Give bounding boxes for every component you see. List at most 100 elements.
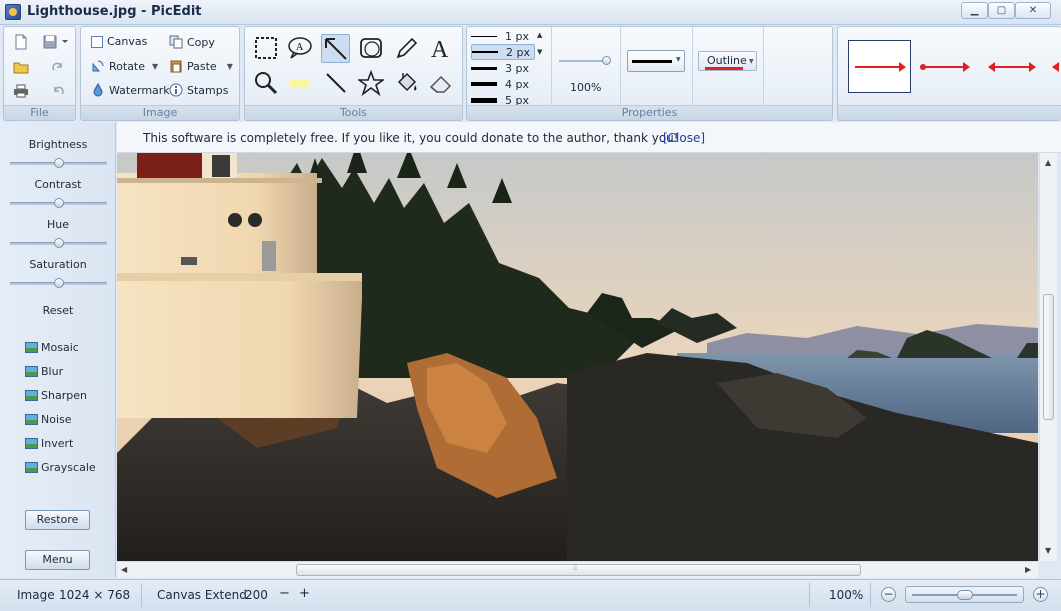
save-icon[interactable] bbox=[42, 34, 58, 50]
horizontal-scroll-thumb[interactable]: ⦙⦙ bbox=[296, 563, 861, 576]
maximize-button[interactable]: ▢ bbox=[988, 2, 1015, 19]
paste-label: Paste bbox=[187, 59, 217, 73]
contrast-slider[interactable] bbox=[10, 198, 107, 208]
double-arrow-style-icon[interactable] bbox=[986, 57, 1038, 77]
print-icon[interactable] bbox=[13, 83, 29, 99]
new-file-icon[interactable] bbox=[13, 34, 29, 50]
rotate-button[interactable]: Rotate ▼ bbox=[91, 59, 158, 73]
tools-group: A A Tools bbox=[244, 26, 463, 121]
contrast-label: Contrast bbox=[34, 178, 82, 191]
lighthouse-photo bbox=[117, 153, 1038, 561]
close-button[interactable]: ✕ bbox=[1015, 2, 1051, 19]
size-scroll-up-icon[interactable]: ▲ bbox=[537, 31, 542, 39]
saturation-slider[interactable] bbox=[10, 278, 107, 288]
paste-button[interactable]: Paste ▼ bbox=[169, 59, 233, 73]
menu-button[interactable]: Menu bbox=[25, 550, 90, 570]
effect-grayscale[interactable]: Grayscale bbox=[25, 461, 96, 474]
brightness-slider[interactable] bbox=[10, 158, 107, 168]
shape-rounded-icon[interactable] bbox=[358, 35, 384, 61]
effect-mosaic[interactable]: Mosaic bbox=[25, 341, 79, 354]
callout-text-icon[interactable]: A bbox=[287, 35, 313, 61]
effect-label: Grayscale bbox=[41, 461, 96, 474]
hue-slider[interactable] bbox=[10, 238, 107, 248]
reset-button[interactable]: Reset bbox=[0, 304, 116, 317]
divider bbox=[870, 583, 871, 607]
save-dropdown-icon[interactable] bbox=[61, 38, 69, 46]
line-size-label: 1 px bbox=[505, 29, 529, 43]
effect-blur[interactable]: Blur bbox=[25, 365, 63, 378]
zoom-out-icon[interactable]: − bbox=[881, 587, 896, 602]
scroll-up-icon[interactable]: ▲ bbox=[1045, 158, 1051, 167]
opacity-value: 100% bbox=[570, 81, 602, 94]
fill-bucket-icon[interactable] bbox=[394, 70, 420, 96]
arrow-style-selected[interactable] bbox=[848, 40, 911, 93]
vertical-scroll-thumb[interactable] bbox=[1043, 294, 1054, 420]
paste-icon bbox=[170, 60, 182, 73]
line-sample bbox=[471, 35, 497, 37]
outline-label: Outline bbox=[707, 54, 747, 67]
dot-arrow-style-icon[interactable] bbox=[918, 57, 974, 77]
invert-icon bbox=[25, 438, 38, 449]
canvas-label: Canvas bbox=[107, 35, 148, 48]
hue-slider-thumb[interactable] bbox=[54, 238, 64, 248]
line-size-2px[interactable]: 2 px bbox=[471, 44, 535, 60]
effect-noise[interactable]: Noise bbox=[25, 413, 72, 426]
arrow-right-icon bbox=[855, 62, 906, 72]
more-arrow-style-icon[interactable] bbox=[1052, 57, 1061, 77]
watermark-label: Watermark bbox=[109, 83, 170, 97]
stamps-button[interactable]: Stamps bbox=[169, 83, 228, 97]
star-shape-icon[interactable] bbox=[358, 70, 384, 96]
text-tool-icon[interactable]: A bbox=[428, 35, 454, 61]
opacity-slider-track[interactable] bbox=[559, 56, 611, 65]
size-scroll-down-icon[interactable]: ▼ bbox=[537, 48, 542, 56]
restore-button[interactable]: Restore bbox=[25, 510, 90, 530]
rect-select-icon[interactable] bbox=[253, 35, 279, 61]
zoom-magnifier-icon[interactable] bbox=[253, 70, 279, 96]
effect-label: Blur bbox=[41, 365, 64, 378]
watermark-button[interactable]: Watermark bbox=[91, 83, 170, 97]
redo-icon[interactable] bbox=[50, 59, 66, 75]
notice-close-link[interactable]: [Close] bbox=[663, 131, 705, 145]
line-sample bbox=[471, 97, 497, 103]
zoom-in-icon[interactable]: + bbox=[1033, 587, 1048, 602]
canvas-extend-value: 200 bbox=[245, 588, 268, 602]
canvas-extend-increase-button[interactable]: + bbox=[299, 586, 310, 601]
line-style-dropdown[interactable]: ▼ bbox=[627, 50, 685, 72]
hue-label: Hue bbox=[46, 218, 69, 231]
copy-button[interactable]: Copy bbox=[169, 35, 215, 49]
contrast-slider-thumb[interactable] bbox=[54, 198, 64, 208]
outline-dropdown[interactable]: Outline ▼ bbox=[698, 51, 757, 71]
vertical-scrollbar[interactable]: ▲ ▼ bbox=[1039, 153, 1057, 561]
canvas-extend-decrease-button[interactable]: − bbox=[279, 586, 290, 601]
app-icon bbox=[5, 4, 21, 20]
canvas-icon bbox=[91, 35, 103, 48]
canvas-button[interactable]: Canvas bbox=[91, 35, 147, 48]
horizontal-scrollbar[interactable]: ◀ ⦙⦙ ▶ bbox=[117, 561, 1038, 578]
chevron-down-icon: ▼ bbox=[152, 61, 159, 71]
line-size-4px[interactable]: 4 px bbox=[471, 76, 541, 92]
eraser-icon[interactable] bbox=[428, 70, 454, 96]
effect-sharpen[interactable]: Sharpen bbox=[25, 389, 87, 402]
effect-label: Noise bbox=[41, 413, 72, 426]
brightness-slider-thumb[interactable] bbox=[54, 158, 64, 168]
svg-text:A: A bbox=[296, 42, 304, 53]
image-canvas[interactable] bbox=[117, 153, 1038, 561]
line-size-1px[interactable]: 1 px bbox=[471, 28, 541, 44]
scroll-down-icon[interactable]: ▼ bbox=[1045, 546, 1051, 555]
minimize-button[interactable]: ▁ bbox=[961, 2, 988, 19]
highlighter-icon[interactable] bbox=[287, 70, 313, 96]
pencil-icon[interactable] bbox=[394, 35, 420, 61]
effect-invert[interactable]: Invert bbox=[25, 437, 73, 450]
zoom-slider[interactable] bbox=[905, 586, 1024, 603]
zoom-slider-thumb[interactable] bbox=[957, 590, 973, 600]
open-folder-icon[interactable] bbox=[13, 59, 29, 75]
line-size-3px[interactable]: 3 px bbox=[471, 60, 541, 76]
file-group: File bbox=[3, 26, 76, 121]
scroll-right-icon[interactable]: ▶ bbox=[1025, 565, 1031, 574]
opacity-slider-thumb[interactable] bbox=[602, 56, 611, 65]
saturation-slider-thumb[interactable] bbox=[54, 278, 64, 288]
arrow-tool-selected[interactable] bbox=[321, 34, 350, 63]
undo-icon[interactable] bbox=[50, 83, 66, 99]
scroll-left-icon[interactable]: ◀ bbox=[121, 565, 127, 574]
line-tool-icon[interactable] bbox=[323, 70, 349, 96]
